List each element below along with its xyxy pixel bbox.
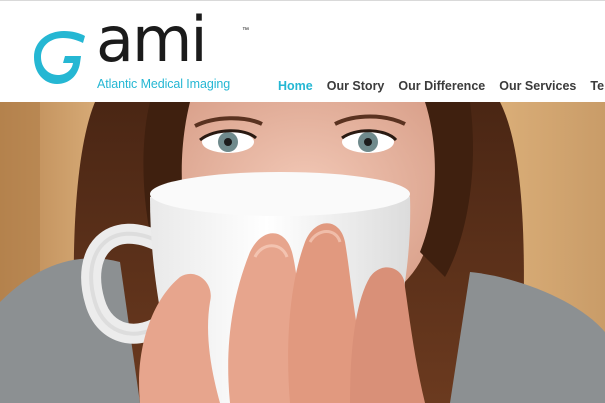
nav-item-our-difference[interactable]: Our Difference [398, 79, 485, 93]
main-nav: Home Our Story Our Difference Our Services T… [278, 77, 605, 95]
nav-item-our-services[interactable]: Our Services [499, 79, 576, 93]
ami-swirl-logo-icon [34, 31, 85, 84]
nav-item-truncated[interactable]: Te [590, 79, 604, 93]
nav-item-home[interactable]: Home [278, 79, 313, 93]
woman-drinking-from-white-cup-photo [0, 102, 605, 403]
site-header: ami ™ Atlantic Medical Imaging Home Our S… [0, 0, 605, 103]
brand-wordmark: ami [96, 3, 208, 76]
trademark-symbol: ™ [242, 27, 249, 34]
nav-item-our-story[interactable]: Our Story [327, 79, 385, 93]
site-logo[interactable]: ami ™ Atlantic Medical Imaging [28, 9, 258, 93]
hero-banner [0, 102, 605, 403]
brand-tagline: Atlantic Medical Imaging [97, 77, 231, 91]
